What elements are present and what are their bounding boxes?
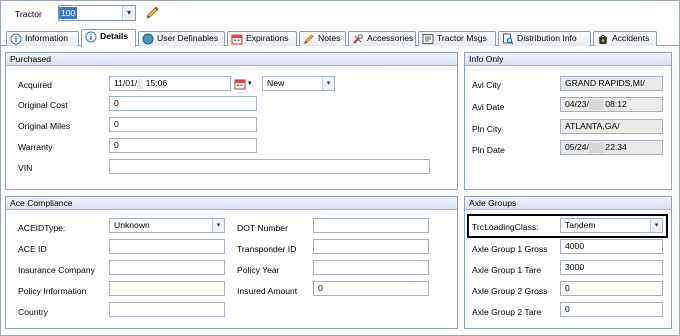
- avl-date-field: 04/23/ 08:12: [560, 97, 663, 112]
- tab-notes[interactable]: Notes: [299, 31, 346, 46]
- chevron-down-icon[interactable]: ▾: [322, 77, 334, 90]
- dot-number-label: DOT Number: [237, 223, 288, 233]
- tractor-value: 100: [59, 7, 78, 19]
- insured-amount-field[interactable]: 0: [313, 281, 429, 296]
- avl-city-label: Avl City: [472, 80, 501, 90]
- acquired-status-select[interactable]: New ▾: [262, 76, 335, 91]
- axle-group-2-tare-field[interactable]: 0: [560, 302, 663, 317]
- tractor-select[interactable]: 100 ▾: [58, 5, 136, 21]
- avl-date-label: Avl Date: [472, 102, 505, 112]
- aceid-type-label: ACEIDType:: [18, 223, 66, 233]
- tab-expirations-label: Expirations: [246, 33, 289, 43]
- insurance-company-label: Insurance Company: [18, 265, 95, 275]
- avl-time: 08:12: [605, 99, 627, 109]
- transponder-id-label: Transponder ID: [237, 244, 297, 254]
- tab-accidents[interactable]: Accidents: [593, 31, 657, 46]
- tab-user-definables-label: User Definables: [157, 33, 219, 43]
- ace-id-field[interactable]: [109, 239, 225, 254]
- ace-id-label: ACE ID: [18, 244, 47, 254]
- avl-city-field: GRAND RAPIDS,MI/: [560, 76, 663, 91]
- tab-tractor-msgs-label: Tractor Msgs: [437, 33, 487, 43]
- pln-date: 05/24/: [565, 142, 589, 152]
- trc-loading-class-value: Tandem: [565, 220, 596, 230]
- purchased-header: Purchased: [6, 53, 457, 66]
- axle-group-1-gross-label: Axle Group 1 Gross: [472, 244, 548, 254]
- tab-notes-label: Notes: [318, 33, 341, 43]
- pln-time: 22:34: [605, 142, 627, 152]
- original-cost-field[interactable]: 0: [109, 96, 257, 111]
- chevron-down-icon[interactable]: ▾: [650, 219, 662, 232]
- top-bar: Tractor 100 ▾: [0, 0, 680, 29]
- tab-accidents-label: Accidents: [612, 33, 650, 43]
- pln-date-label: Pln Date: [472, 145, 505, 155]
- calendar-icon[interactable]: [234, 78, 246, 90]
- aceid-type-select[interactable]: Unknown ▾: [109, 218, 225, 233]
- globe-icon: [142, 33, 154, 45]
- chevron-down-icon[interactable]: ▾: [248, 79, 252, 87]
- dot-number-field[interactable]: [313, 218, 429, 233]
- tab-information[interactable]: Information: [6, 31, 79, 46]
- bag-icon: [599, 34, 607, 44]
- tab-details[interactable]: Details: [81, 29, 136, 47]
- pln-city-field: ATLANTA,GA/: [560, 119, 663, 134]
- acquired-date: 11/01/: [114, 78, 138, 88]
- vin-field[interactable]: [109, 159, 430, 174]
- insured-amount-label: Insured Amount: [237, 286, 298, 296]
- acquired-label: Acquired: [18, 80, 52, 90]
- tab-distribution-info-label: Distribution Info: [517, 33, 577, 43]
- calendar-icon: [231, 34, 243, 45]
- axle-groups-header: Axle Groups: [465, 197, 671, 210]
- tab-information-label: Information: [25, 33, 68, 43]
- avl-date: 04/23/: [565, 99, 589, 109]
- country-label: Country: [18, 307, 49, 317]
- policy-year-label: Policy Year: [237, 265, 280, 275]
- document-search-icon: [503, 33, 514, 45]
- trc-loading-class-select[interactable]: Tandem ▾: [560, 218, 663, 233]
- tab-user-definables[interactable]: User Definables: [138, 31, 225, 46]
- tab-tractor-msgs[interactable]: Tractor Msgs: [418, 31, 496, 46]
- policy-year-field[interactable]: [313, 260, 429, 275]
- policy-information-field[interactable]: [109, 281, 225, 296]
- axle-group-1-gross-field[interactable]: 4000: [560, 239, 663, 254]
- message-icon: [422, 34, 434, 44]
- tab-strip: Information Details User Definables Expi…: [0, 29, 680, 47]
- axle-group-1-tare-label: Axle Group 1 Tare: [472, 265, 542, 275]
- insurance-company-field[interactable]: [109, 260, 225, 275]
- axle-group-2-gross-field[interactable]: 0: [560, 281, 663, 296]
- info-icon: [85, 31, 97, 43]
- tab-expirations[interactable]: Expirations: [227, 31, 297, 46]
- acquired-datetime-field[interactable]: 11/01/ 15:06: [109, 76, 231, 91]
- chevron-down-icon[interactable]: ▾: [212, 219, 224, 232]
- tractor-label: Tractor: [15, 9, 42, 19]
- acquired-status-value: New: [267, 78, 285, 88]
- pencil-icon: [303, 34, 314, 45]
- vin-label: VIN: [18, 163, 33, 173]
- acquired-time: 15:06: [145, 78, 168, 88]
- aceid-type-value: Unknown: [114, 220, 150, 230]
- original-miles-field[interactable]: 0: [109, 117, 257, 132]
- tab-accessories-label: Accessories: [367, 33, 414, 43]
- warranty-field[interactable]: 0: [109, 138, 257, 153]
- trc-loading-class-label: TrcLoadingClass:: [472, 222, 539, 232]
- chevron-down-icon[interactable]: ▾: [122, 6, 135, 20]
- axle-group-1-tare-field[interactable]: 3000: [560, 260, 663, 275]
- transponder-id-field[interactable]: [313, 239, 429, 254]
- info-icon: [10, 33, 22, 45]
- original-miles-label: Original Miles: [18, 121, 71, 131]
- policy-information-label: Policy Information: [18, 286, 87, 296]
- pln-city-label: Pln City: [472, 124, 502, 134]
- info-only-header: Info Only: [465, 53, 671, 66]
- warranty-label: Warranty: [18, 142, 53, 152]
- country-field[interactable]: [109, 302, 225, 317]
- ace-compliance-header: Ace Compliance: [6, 197, 457, 210]
- tab-distribution-info[interactable]: Distribution Info: [498, 31, 591, 46]
- pln-date-field: 05/24/ 22:34: [560, 140, 663, 155]
- tab-details-label: Details: [100, 31, 129, 41]
- tools-icon: [353, 33, 364, 44]
- tab-accessories[interactable]: Accessories: [348, 31, 416, 46]
- axle-group-2-gross-label: Axle Group 2 Gross: [472, 286, 548, 296]
- original-cost-label: Original Cost: [18, 100, 68, 110]
- axle-group-2-tare-label: Axle Group 2 Tare: [472, 307, 542, 317]
- pencil-icon[interactable]: [145, 6, 159, 20]
